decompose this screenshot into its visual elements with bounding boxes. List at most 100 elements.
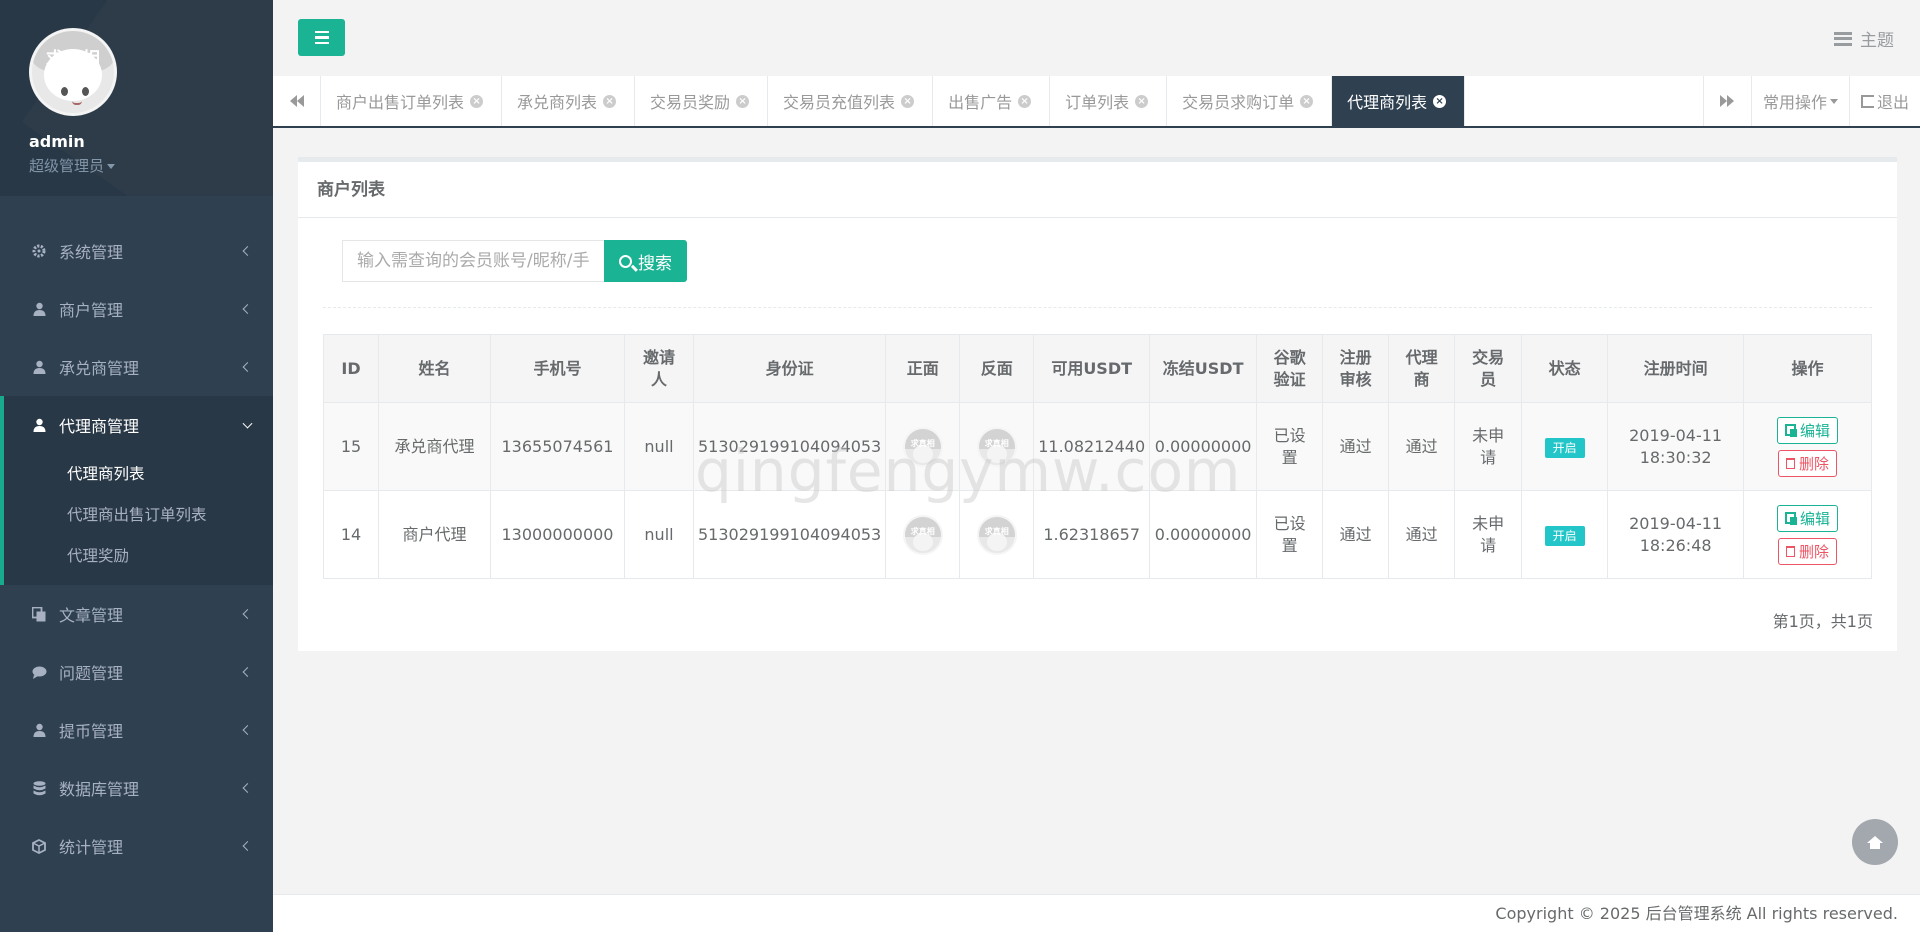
- user-icon: [29, 301, 49, 317]
- close-icon[interactable]: ×: [901, 94, 915, 108]
- avatar-text: 求真相: [46, 49, 100, 70]
- table-row: 15 承兑商代理 13655074561 null 51302919910409…: [323, 402, 1872, 491]
- id-back-thumbnail[interactable]: 求真相: [976, 426, 1017, 467]
- nav-label: 系统管理: [59, 243, 124, 262]
- tabs-scroll-left-button[interactable]: [273, 76, 321, 126]
- search-form: 搜索: [342, 240, 687, 282]
- tab-merchant-sell-orders[interactable]: 商户出售订单列表 ×: [321, 76, 503, 126]
- cell-actions: 编辑 删除: [1743, 490, 1872, 579]
- chevron-down-icon: [242, 418, 253, 429]
- id-front-thumbnail[interactable]: 求真相: [902, 426, 943, 467]
- nav-item-database[interactable]: 数据库管理: [0, 759, 273, 817]
- search-button-label: 搜索: [638, 253, 672, 274]
- agent-submenu: 代理商列表 代理商出售订单列表 代理奖励: [4, 454, 273, 585]
- close-icon[interactable]: ×: [470, 94, 484, 108]
- home-icon: [1867, 835, 1883, 849]
- nav-item-acceptor[interactable]: 承兑商管理: [0, 338, 273, 396]
- col-header: 交易员: [1454, 334, 1523, 403]
- cell-phone: 13655074561: [490, 402, 625, 491]
- sidebar: 求真相 admin 超级管理员 系统管理 商户管理 承兑商管理 代理商管理 代理…: [0, 0, 273, 932]
- col-header: 注册时间: [1607, 334, 1745, 403]
- user-role-dropdown[interactable]: 超级管理员: [29, 155, 273, 176]
- trash-icon: [1786, 457, 1796, 469]
- tab-bar: 商户出售订单列表 × 承兑商列表 × 交易员奖励 × 交易员充值列表 × 出售广告 × 订…: [273, 76, 1920, 128]
- cell-trader: 未申请: [1454, 490, 1523, 579]
- col-header: 反面: [959, 334, 1035, 403]
- pagination-info: 第1页，共1页: [1772, 612, 1873, 631]
- panel-title: 商户列表: [298, 162, 1897, 218]
- tab-trader-rewards[interactable]: 交易员奖励 ×: [635, 76, 769, 126]
- nav-item-agent[interactable]: 代理商管理: [4, 396, 273, 454]
- nav-item-statistics[interactable]: 统计管理: [0, 817, 273, 875]
- chevron-left-icon: [242, 783, 253, 793]
- theme-button[interactable]: 主题: [1834, 26, 1894, 51]
- nav-item-merchant[interactable]: 商户管理: [0, 280, 273, 338]
- sidebar-toggle-button[interactable]: [298, 19, 345, 56]
- col-header: 注册审核: [1322, 334, 1390, 403]
- caret-down-icon: [107, 164, 116, 169]
- nav-item-articles[interactable]: 文章管理: [0, 585, 273, 643]
- col-header: 可用USDT: [1033, 334, 1151, 403]
- caret-down-icon: [1829, 98, 1838, 104]
- close-icon[interactable]: ×: [603, 94, 617, 108]
- back-to-home-button[interactable]: [1852, 819, 1898, 865]
- id-back-thumbnail[interactable]: 求真相: [976, 514, 1017, 555]
- nav-label: 问题管理: [59, 664, 124, 683]
- close-icon[interactable]: ×: [1018, 94, 1032, 108]
- cell-back-image: 求真相: [959, 490, 1035, 579]
- cell-front-image: 求真相: [885, 402, 961, 491]
- close-icon[interactable]: ×: [1135, 94, 1149, 108]
- cube-icon: [29, 838, 49, 854]
- sub-item-agent-list[interactable]: 代理商列表: [4, 454, 273, 495]
- sub-item-agent-sell-orders[interactable]: 代理商出售订单列表: [4, 495, 273, 536]
- sub-item-agent-rewards[interactable]: 代理奖励: [4, 536, 273, 577]
- col-header: 冻结USDT: [1149, 334, 1258, 403]
- delete-button[interactable]: 删除: [1778, 449, 1838, 477]
- tab-actions: 常用操作 退出: [1702, 76, 1920, 126]
- nav-item-system[interactable]: 系统管理: [0, 222, 273, 280]
- cell-name: 商户代理: [378, 490, 491, 579]
- copy-icon: [1785, 512, 1798, 525]
- tab-sell-ads[interactable]: 出售广告 ×: [933, 76, 1051, 126]
- edit-button[interactable]: 编辑: [1777, 416, 1839, 444]
- chevron-left-icon: [242, 609, 253, 619]
- edit-button[interactable]: 编辑: [1777, 504, 1839, 532]
- common-ops-dropdown[interactable]: 常用操作: [1750, 76, 1849, 126]
- close-icon[interactable]: ×: [736, 94, 750, 108]
- nav-item-withdraw[interactable]: 提币管理: [0, 701, 273, 759]
- cell-inviter: null: [624, 490, 694, 579]
- id-front-thumbnail[interactable]: 求真相: [902, 514, 943, 555]
- tab-trader-recharge[interactable]: 交易员充值列表 ×: [768, 76, 934, 126]
- search-icon: [619, 254, 632, 268]
- nav-item-questions[interactable]: 问题管理: [0, 643, 273, 701]
- tab-agent-list[interactable]: 代理商列表 ×: [1332, 76, 1466, 126]
- content-panel: 商户列表 搜索 ID 姓名 手机号 邀请人 身份证 正面 反面 可用USDT 冻…: [298, 157, 1897, 651]
- search-input[interactable]: [342, 240, 604, 282]
- nav-group-agent: 代理商管理 代理商列表 代理商出售订单列表 代理奖励: [0, 396, 273, 585]
- tab-acceptor-list[interactable]: 承兑商列表 ×: [502, 76, 636, 126]
- delete-button[interactable]: 删除: [1778, 537, 1838, 565]
- cell-actions: 编辑 删除: [1743, 402, 1872, 491]
- tabs-scroll-right-button[interactable]: [1702, 76, 1751, 126]
- tab-label: 承兑商列表: [517, 93, 598, 112]
- user-icon: [29, 359, 49, 375]
- cell-id: 14: [323, 490, 379, 579]
- cell-trader: 未申请: [1454, 402, 1523, 491]
- col-header: 代理商: [1388, 334, 1456, 403]
- cell-agent: 通过: [1388, 490, 1456, 579]
- col-header: 邀请人: [624, 334, 694, 403]
- table-header-row: ID 姓名 手机号 邀请人 身份证 正面 反面 可用USDT 冻结USDT 谷歌…: [323, 334, 1872, 403]
- user-role-label: 超级管理员: [29, 157, 105, 175]
- avatar[interactable]: 求真相: [29, 28, 117, 116]
- close-icon[interactable]: ×: [1300, 94, 1314, 108]
- common-ops-label: 常用操作: [1762, 93, 1827, 112]
- close-icon[interactable]: ×: [1433, 94, 1447, 108]
- logout-button[interactable]: 退出: [1848, 76, 1920, 126]
- search-button[interactable]: 搜索: [604, 240, 687, 282]
- cell-reg-time: 2019-04-11 18:30:32: [1607, 402, 1745, 491]
- cell-review: 通过: [1322, 490, 1390, 579]
- cell-available-usdt: 11.08212440: [1033, 402, 1151, 491]
- tab-trader-buy-orders[interactable]: 交易员求购订单 ×: [1167, 76, 1333, 126]
- nav-label: 统计管理: [59, 838, 124, 857]
- tab-order-list[interactable]: 订单列表 ×: [1050, 76, 1168, 126]
